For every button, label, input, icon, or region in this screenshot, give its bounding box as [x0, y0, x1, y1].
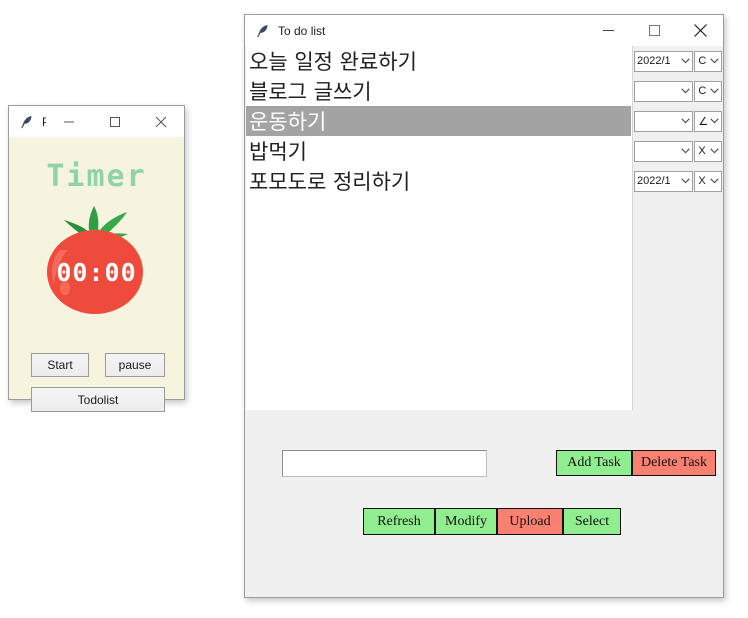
- timer-window: P... Timer: [8, 105, 185, 412]
- task-meta-row: ∠: [633, 106, 723, 136]
- chevron-down-icon: [678, 58, 692, 64]
- action-button-row: Refresh Modify Upload Select: [246, 508, 722, 535]
- task-status-combobox[interactable]: X: [694, 140, 722, 162]
- minimize-icon[interactable]: [46, 106, 92, 137]
- timer-display: 00:00: [56, 258, 137, 287]
- task-input[interactable]: [282, 450, 487, 477]
- todo-bottom-panel: Add Task Delete Task Refresh Modify Uplo…: [246, 411, 722, 597]
- todo-titlebar[interactable]: To do list: [245, 15, 723, 46]
- task-meta-row: 2022/1 C: [633, 46, 723, 76]
- chevron-down-icon: [678, 118, 692, 124]
- todo-list-window: To do list 오늘 일정 완료하기블로그 글쓰기운동하기밥먹기포모도로 …: [244, 14, 724, 598]
- task-status-combobox[interactable]: ∠: [694, 110, 722, 132]
- task-meta-row: C: [633, 76, 723, 106]
- task-status-combobox[interactable]: X: [694, 170, 722, 192]
- close-icon[interactable]: [677, 15, 723, 46]
- timer-titlebar[interactable]: P...: [9, 106, 184, 137]
- task-row[interactable]: 오늘 일정 완료하기: [246, 46, 631, 76]
- task-row[interactable]: 밥먹기: [246, 136, 631, 166]
- chevron-down-icon: [678, 178, 692, 184]
- feather-icon: [252, 20, 274, 42]
- task-status-combobox[interactable]: C: [694, 50, 722, 72]
- add-task-button[interactable]: Add Task: [556, 450, 632, 476]
- add-task-row: Add Task Delete Task: [246, 450, 722, 478]
- todo-body: 오늘 일정 완료하기블로그 글쓰기운동하기밥먹기포모도로 정리하기 2022/1…: [245, 46, 723, 597]
- task-date-combobox[interactable]: [634, 110, 694, 132]
- todolist-button[interactable]: Todolist: [31, 387, 165, 412]
- chevron-down-icon: [707, 148, 721, 154]
- task-meta-row: X: [633, 136, 723, 166]
- chevron-down-icon: [707, 58, 721, 64]
- timer-body: Timer 00:00 Start pause Todolist: [9, 137, 184, 412]
- start-button[interactable]: Start: [31, 353, 89, 377]
- maximize-icon[interactable]: [631, 15, 677, 46]
- task-label: 운동하기: [249, 110, 327, 134]
- timer-heading: Timer: [46, 159, 147, 194]
- task-date-combobox[interactable]: 2022/1: [634, 50, 694, 72]
- maximize-icon[interactable]: [92, 106, 138, 137]
- task-date-value: 2022/1: [637, 175, 671, 187]
- task-date-value: 2022/1: [637, 55, 671, 67]
- task-list[interactable]: 오늘 일정 완료하기블로그 글쓰기운동하기밥먹기포모도로 정리하기: [246, 46, 631, 410]
- task-meta-row: 2022/1 X: [633, 166, 723, 196]
- tomato-graphic: 00:00: [32, 200, 162, 318]
- task-status-value: X: [698, 175, 706, 187]
- chevron-down-icon: [707, 118, 721, 124]
- task-status-value: ∠: [695, 115, 707, 128]
- select-button[interactable]: Select: [563, 508, 621, 535]
- task-status-combobox[interactable]: C: [694, 80, 722, 102]
- chevron-down-icon: [707, 178, 721, 184]
- task-label: 블로그 글쓰기: [249, 80, 372, 104]
- delete-task-button[interactable]: Delete Task: [632, 450, 716, 476]
- timer-window-controls: [46, 106, 184, 137]
- feather-icon: [16, 111, 38, 133]
- minimize-icon[interactable]: [585, 15, 631, 46]
- chevron-down-icon: [707, 88, 721, 94]
- task-date-combobox[interactable]: [634, 80, 694, 102]
- todo-title-text: To do list: [278, 23, 326, 38]
- modify-button[interactable]: Modify: [435, 508, 497, 535]
- todo-window-controls: [585, 15, 723, 46]
- close-icon[interactable]: [138, 106, 184, 137]
- chevron-down-icon: [678, 88, 692, 94]
- pause-button[interactable]: pause: [105, 353, 165, 377]
- task-status-value: C: [698, 55, 707, 67]
- task-meta-column: 2022/1 C C ∠ X 2022/1 X: [632, 46, 723, 410]
- task-row[interactable]: 블로그 글쓰기: [246, 76, 631, 106]
- chevron-down-icon: [678, 148, 692, 154]
- upload-button[interactable]: Upload: [497, 508, 563, 535]
- refresh-button[interactable]: Refresh: [363, 508, 435, 535]
- task-date-combobox[interactable]: 2022/1: [634, 170, 694, 192]
- task-label: 오늘 일정 완료하기: [249, 50, 417, 74]
- task-date-combobox[interactable]: [634, 140, 694, 162]
- task-row[interactable]: 포모도로 정리하기: [246, 166, 631, 196]
- task-status-value: C: [698, 85, 707, 97]
- task-list-region: 오늘 일정 완료하기블로그 글쓰기운동하기밥먹기포모도로 정리하기 2022/1…: [246, 46, 723, 410]
- task-row[interactable]: 운동하기: [246, 106, 631, 136]
- task-status-value: X: [698, 145, 706, 157]
- task-label: 포모도로 정리하기: [249, 170, 411, 194]
- task-label: 밥먹기: [249, 140, 307, 164]
